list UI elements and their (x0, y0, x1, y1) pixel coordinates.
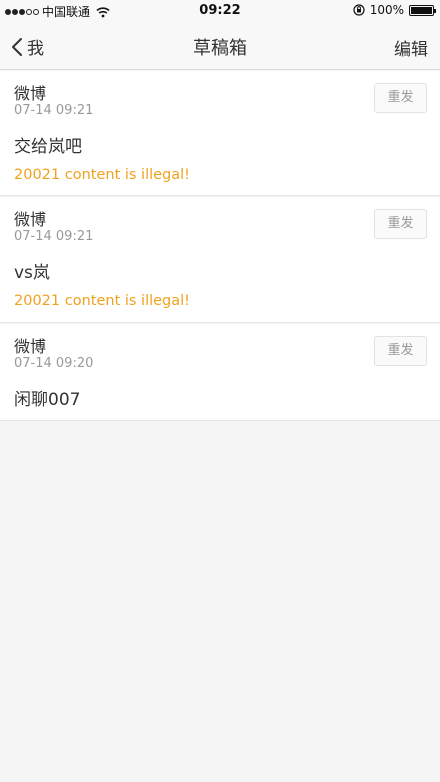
draft-time: 07-14 09:20 (14, 356, 94, 371)
draft-content: vs岚 (14, 263, 50, 283)
status-right: 100% (353, 3, 436, 17)
rotation-lock-icon (353, 4, 365, 16)
resend-button[interactable]: 重发 (374, 336, 427, 366)
draft-error: 20021 content is illegal! (14, 167, 190, 183)
draft-time: 07-14 09:21 (14, 103, 94, 118)
draft-item[interactable]: 微博 07-14 09:21 交给岚吧 20021 content is ill… (0, 71, 440, 196)
draft-source: 微博 (14, 210, 47, 229)
resend-button[interactable]: 重发 (374, 209, 427, 239)
battery-fill (411, 6, 432, 14)
draft-source: 微博 (14, 84, 47, 103)
navigation-bar: 我 草稿箱 编辑 (0, 22, 440, 70)
draft-content: 闲聊007 (14, 390, 81, 410)
resend-button[interactable]: 重发 (374, 83, 427, 113)
draft-source: 微博 (14, 337, 47, 356)
draft-error: 20021 content is illegal! (14, 293, 190, 309)
battery-icon (409, 4, 436, 16)
draft-item[interactable]: 微博 07-14 09:21 vs岚 20021 content is ille… (0, 197, 440, 323)
battery-percentage: 100% (369, 3, 404, 17)
draft-item[interactable]: 微博 07-14 09:20 闲聊007 重发 (0, 324, 440, 421)
draft-time: 07-14 09:21 (14, 229, 94, 244)
status-bar: 中国联通 09:22 100% (0, 0, 440, 22)
draft-content: 交给岚吧 (14, 137, 82, 157)
edit-button[interactable]: 编辑 (394, 35, 428, 60)
page-title: 草稿箱 (193, 38, 247, 59)
